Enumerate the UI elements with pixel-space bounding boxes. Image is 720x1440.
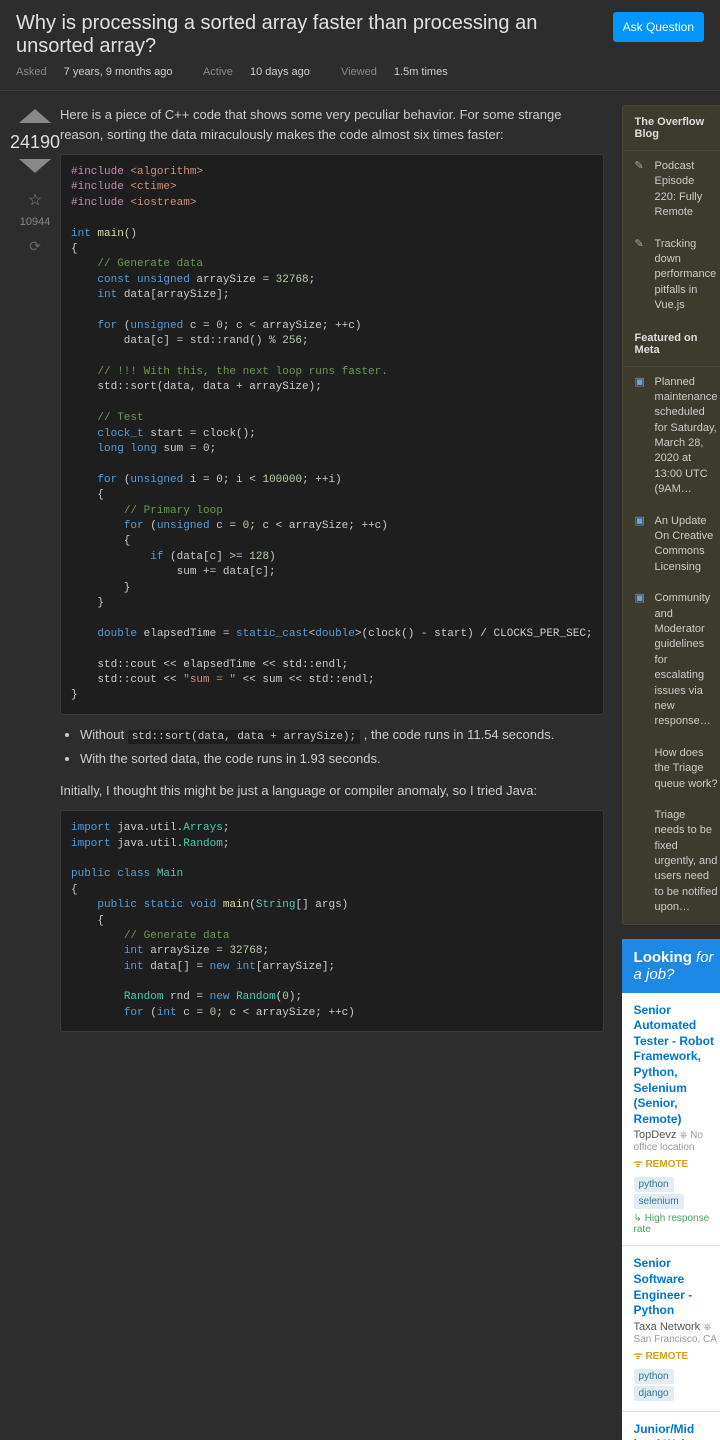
jobs-header: Looking for a job?: [622, 939, 720, 993]
job-item[interactable]: Senior Automated Tester - Robot Framewor…: [622, 993, 720, 1247]
bookmark-count: 10944: [10, 216, 60, 228]
downvote-button[interactable]: [10, 157, 60, 180]
overflow-blog-box: The Overflow Blog ✎Podcast Episode 220: …: [622, 105, 720, 925]
pencil-icon: ✎: [635, 237, 647, 314]
history-icon[interactable]: ⟳: [10, 238, 60, 255]
meta-icon: ▣: [635, 375, 647, 498]
question-meta: Asked 7 years, 9 months ago Active 10 da…: [16, 66, 704, 78]
meta-item[interactable]: ▣An Update On Creative Commons Licensing: [623, 506, 720, 584]
blog-item[interactable]: ✎Tracking down performance pitfalls in V…: [623, 229, 720, 322]
results-list: Without std::sort(data, data + arraySize…: [80, 725, 604, 769]
code-block-java: import java.util.Arrays; import java.uti…: [60, 810, 604, 1032]
job-tag[interactable]: python: [634, 1369, 674, 1384]
meta-item[interactable]: ▣Community and Moderator guidelines for …: [623, 583, 720, 738]
job-tag[interactable]: selenium: [634, 1194, 684, 1209]
job-tag[interactable]: python: [634, 1177, 674, 1192]
bookmark-button[interactable]: ☆: [10, 190, 60, 210]
jobs-box: Looking for a job? Senior Automated Test…: [622, 939, 720, 1440]
question-title: Why is processing a sorted array faster …: [16, 12, 613, 58]
job-item[interactable]: Junior/Mid level Web Applications Develo…: [622, 1412, 720, 1440]
meta-item[interactable]: ▣Planned maintenance scheduled for Satur…: [623, 367, 720, 506]
post-intro: Here is a piece of C++ code that shows s…: [60, 105, 604, 144]
meta-item[interactable]: Triage needs to be fixed urgently, and u…: [623, 800, 720, 924]
ask-question-button[interactable]: Ask Question: [613, 12, 704, 42]
meta-icon: ▣: [635, 514, 647, 576]
upvote-button[interactable]: [10, 105, 60, 128]
vote-score: 24190: [10, 132, 60, 153]
post-mid: Initially, I thought this might be just …: [60, 781, 604, 801]
pencil-icon: ✎: [635, 159, 647, 221]
meta-item[interactable]: How does the Triage queue work?: [623, 738, 720, 800]
job-item[interactable]: Senior Software Engineer - Python Taxa N…: [622, 1246, 720, 1411]
meta-icon: ▣: [635, 591, 647, 730]
code-block-cpp: #include <algorithm> #include <ctime> #i…: [60, 154, 604, 715]
blog-item[interactable]: ✎Podcast Episode 220: Fully Remote: [623, 151, 720, 229]
job-tag[interactable]: django: [634, 1386, 674, 1401]
